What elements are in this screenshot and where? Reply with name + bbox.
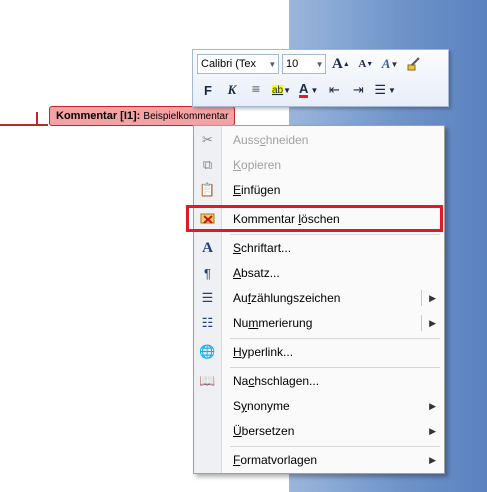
menu-separator: [230, 367, 440, 368]
align-center-icon: ≡: [251, 81, 261, 98]
highlight-box: [186, 205, 443, 232]
decrease-indent-icon: ⇤: [328, 82, 340, 97]
submenu-arrow-icon[interactable]: ▶: [429, 401, 436, 412]
font-name-combo[interactable]: Calibri (Tex ▼: [197, 54, 279, 74]
menu-item-cut[interactable]: ✂ Ausschneiden: [194, 128, 444, 152]
chevron-down-icon[interactable]: ▼: [314, 60, 325, 69]
submenu-separator: [421, 290, 422, 306]
menu-item-label: Kopieren: [233, 158, 282, 172]
menu-item-numbering[interactable]: ☷ Nummerierung ▶: [194, 311, 444, 335]
menu-separator: [230, 234, 440, 235]
context-menu: ✂ Ausschneiden ⧉ Kopieren 📋 Einfügen Kom…: [193, 125, 445, 474]
paragraph-icon: ¶: [204, 265, 211, 281]
menu-item-hyperlink[interactable]: 🌐 Hyperlink...: [194, 340, 444, 364]
menu-item-label: Nachschlagen...: [233, 374, 320, 388]
mini-toolbar: Calibri (Tex ▼ 10 ▼ A ▲ A ▼ A ▼ F K ≡ ab…: [192, 49, 449, 107]
bullets-button[interactable]: ☰ ▼: [371, 81, 399, 99]
menu-item-label: Synonyme: [233, 399, 290, 413]
copy-icon: ⧉: [202, 157, 213, 172]
decrease-indent-button[interactable]: ⇤: [323, 81, 345, 99]
menu-separator: [230, 446, 440, 447]
menu-item-label: Formatvorlagen: [233, 453, 318, 467]
menu-item-styles[interactable]: Formatvorlagen ▶: [194, 448, 444, 472]
scissors-icon: ✂: [202, 132, 213, 147]
menu-item-label: Einfügen: [233, 183, 281, 197]
italic-button[interactable]: K: [221, 81, 243, 99]
font-name-value: Calibri (Tex: [201, 58, 257, 70]
font-color-icon: A: [299, 81, 309, 98]
menu-item-paste[interactable]: 📋 Einfügen: [194, 178, 444, 202]
menu-item-copy[interactable]: ⧉ Kopieren: [194, 153, 444, 177]
submenu-arrow-icon[interactable]: ▶: [429, 426, 436, 437]
submenu-arrow-icon[interactable]: ▶: [429, 455, 436, 466]
increase-indent-button[interactable]: ⇥: [347, 81, 369, 99]
menu-separator: [230, 338, 440, 339]
menu-item-label: Übersetzen: [233, 424, 295, 438]
menu-item-font[interactable]: A Schriftart...: [194, 236, 444, 260]
font-color-button[interactable]: A ▼: [296, 81, 321, 99]
highlight-button[interactable]: ab ▼: [269, 81, 294, 99]
submenu-arrow-icon[interactable]: ▶: [429, 318, 436, 329]
lookup-icon: 📖: [199, 373, 216, 388]
empty-icon-slot: [194, 394, 221, 418]
menu-item-label: Absatz...: [233, 266, 280, 280]
format-painter-icon: [407, 57, 421, 71]
bold-icon: F: [204, 82, 212, 98]
format-painter-button[interactable]: [403, 55, 425, 73]
bullets-icon: ☰: [201, 290, 214, 305]
menu-item-bullets[interactable]: ☰ Aufzählungszeichen ▶: [194, 286, 444, 310]
menu-item-translate[interactable]: Übersetzen ▶: [194, 419, 444, 443]
font-size-value: 10: [286, 58, 299, 70]
font-size-combo[interactable]: 10 ▼: [282, 54, 326, 74]
styles-icon: A: [381, 56, 391, 71]
align-center-button[interactable]: ≡: [245, 81, 267, 99]
paste-icon: 📋: [199, 182, 216, 197]
font-icon: A: [202, 239, 213, 256]
menu-item-label: Hyperlink...: [233, 345, 294, 359]
italic-icon: K: [227, 82, 237, 97]
menu-item-label: Schriftart...: [233, 241, 292, 255]
hyperlink-icon: 🌐: [199, 344, 216, 359]
comment-label: Kommentar [I1]:: [56, 110, 141, 122]
grow-font-icon: A: [332, 55, 343, 72]
comment-connector-line: [0, 124, 48, 142]
menu-item-synonyms[interactable]: Synonyme ▶: [194, 394, 444, 418]
menu-item-label: Nummerierung: [233, 316, 313, 330]
submenu-separator: [421, 315, 422, 331]
menu-item-label: Ausschneiden: [233, 133, 309, 147]
grow-font-button[interactable]: A ▲: [329, 55, 353, 73]
empty-icon-slot: [194, 419, 221, 443]
styles-button[interactable]: A ▼: [379, 55, 402, 73]
shrink-font-icon: A: [358, 58, 367, 70]
empty-icon-slot: [194, 448, 221, 472]
submenu-arrow-icon[interactable]: ▶: [429, 293, 436, 304]
numbering-icon: ☷: [201, 315, 214, 330]
chevron-down-icon[interactable]: ▼: [267, 60, 278, 69]
highlight-icon: ab: [272, 84, 284, 96]
menu-item-lookup[interactable]: 📖 Nachschlagen...: [194, 369, 444, 393]
menu-item-paragraph[interactable]: ¶ Absatz...: [194, 261, 444, 285]
comment-balloon[interactable]: Kommentar [I1]: Beispielkommentar: [49, 106, 236, 126]
shrink-font-button[interactable]: A ▼: [355, 55, 377, 73]
increase-indent-icon: ⇥: [352, 82, 364, 97]
menu-item-label: Aufzählungszeichen: [233, 291, 341, 305]
bold-button[interactable]: F: [197, 81, 219, 99]
comment-text: Beispielkommentar: [143, 111, 229, 122]
bullets-icon: ☰: [374, 82, 387, 97]
